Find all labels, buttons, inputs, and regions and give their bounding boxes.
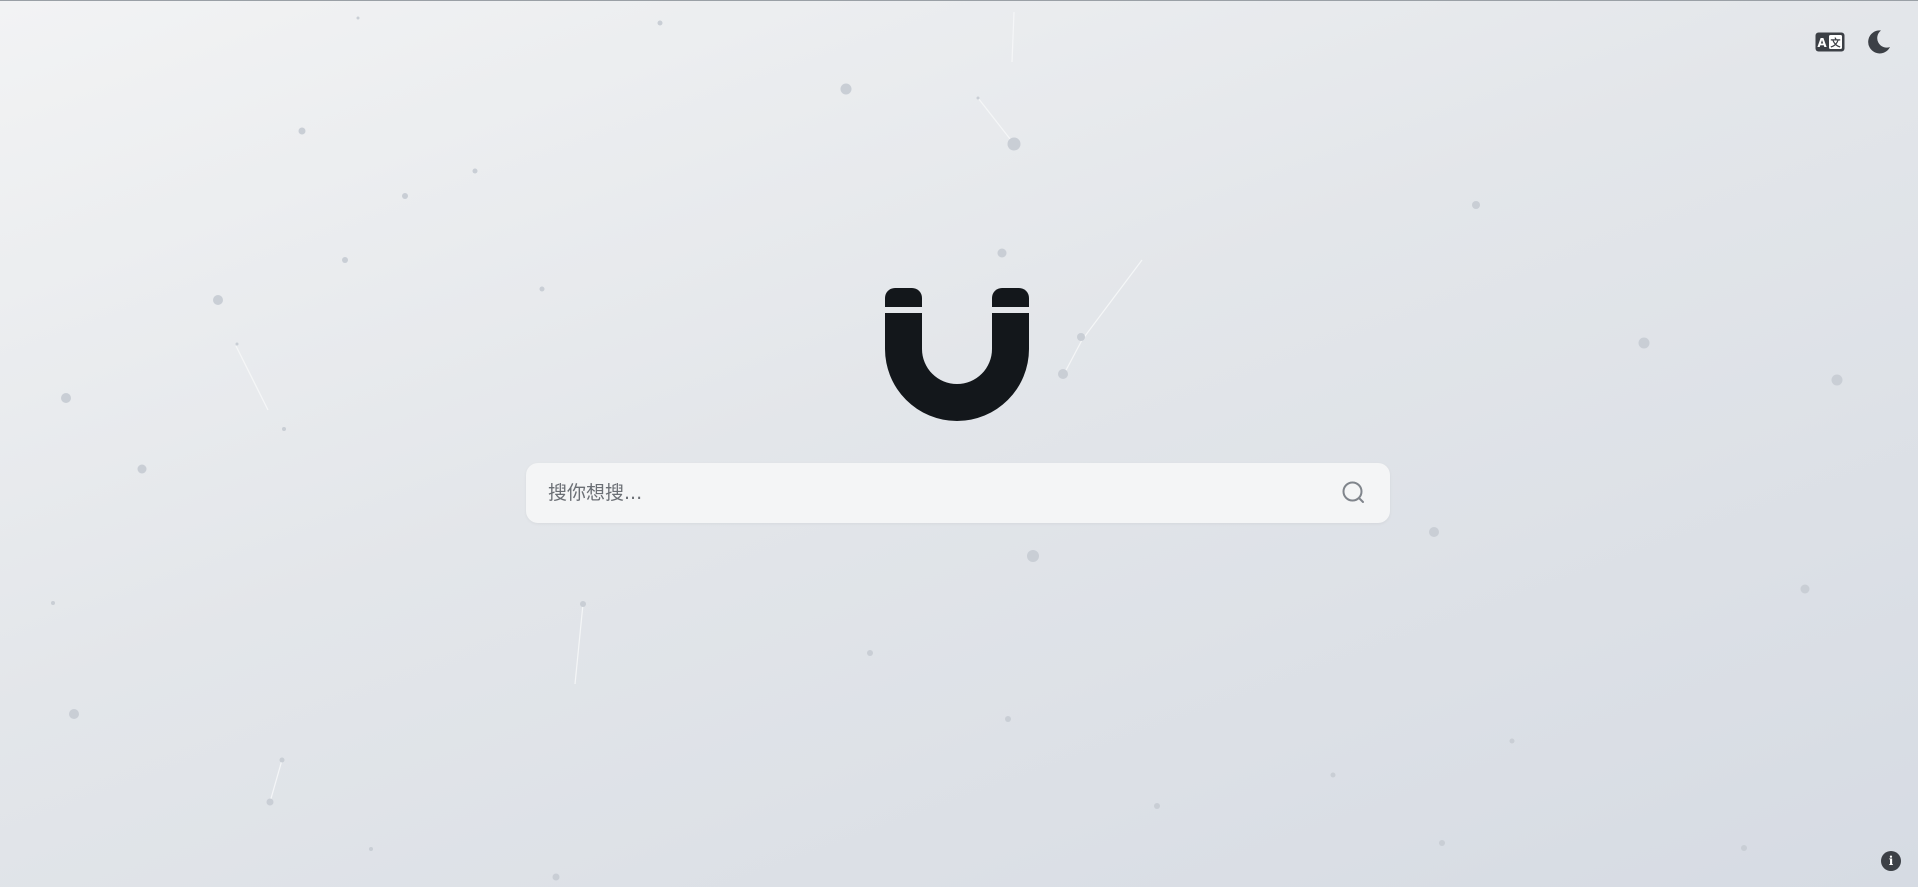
translate-icon: A 文 [1815,32,1845,52]
search-button[interactable] [1338,477,1370,509]
info-icon: i [1888,854,1894,868]
theme-toggle-button[interactable] [1862,26,1894,58]
moon-icon [1868,30,1890,54]
info-button[interactable]: i [1881,851,1901,871]
search-input[interactable] [546,462,1338,524]
svg-text:A: A [1817,36,1827,50]
search-bar [526,462,1390,524]
magnet-logo-icon [885,288,1029,421]
particle-background [51,11,1843,881]
search-icon [1342,481,1364,503]
top-controls: A 文 [1814,26,1894,58]
site-logo [882,288,1032,424]
translate-button[interactable]: A 文 [1814,26,1846,58]
svg-text:文: 文 [1831,37,1842,50]
